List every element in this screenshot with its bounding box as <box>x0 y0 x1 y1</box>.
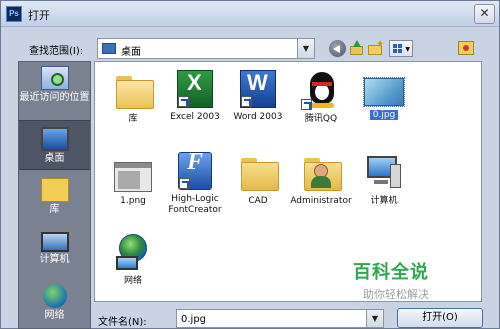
computer-icon <box>364 152 404 192</box>
desktop-folder-icon <box>102 43 116 54</box>
watermark: 百科全说 助你轻松解决 <box>353 258 473 301</box>
watermark-main: 百科全说 <box>353 262 429 283</box>
shortcut-arrow-icon <box>178 96 189 107</box>
open-file-dialog: Ps 打开 ✕ 查找范围(I): 桌面 ▼ ✦ ▼ 最近访问的位置 桌面 库 计… <box>0 0 500 329</box>
file-label: 网络 <box>123 276 142 286</box>
file-item-network[interactable]: 网络 <box>95 232 171 287</box>
file-label: Administrator <box>290 196 352 206</box>
new-folder-icon[interactable]: ✦ <box>367 39 384 57</box>
place-libraries[interactable]: 库 <box>19 178 90 215</box>
file-list: 库 X Excel 2003 W Word 2003 腾讯QQ 0.jpg 1.… <box>94 61 482 302</box>
place-label: 计算机 <box>39 254 70 265</box>
file-label: High-Logic FontCreator <box>168 194 222 215</box>
close-button[interactable]: ✕ <box>474 4 495 24</box>
look-in-value: 桌面 <box>121 47 141 58</box>
place-label: 桌面 <box>44 153 65 164</box>
place-computer[interactable]: 计算机 <box>19 232 90 265</box>
word-icon: W <box>240 70 276 108</box>
file-item-computer[interactable]: 计算机 <box>346 152 422 207</box>
chevron-down-icon[interactable]: ▼ <box>366 310 383 327</box>
filename-combobox[interactable]: ▼ <box>176 309 384 328</box>
file-label: Excel 2003 <box>170 112 220 122</box>
computer-icon <box>40 232 69 252</box>
places-bar: 最近访问的位置 桌面 库 计算机 网络 <box>18 61 91 329</box>
libraries-icon <box>40 178 69 202</box>
place-label: 最近访问的位置 <box>19 92 90 103</box>
recent-places-icon <box>40 66 69 90</box>
folder-icon <box>238 152 279 192</box>
shortcut-arrow-icon <box>241 96 252 107</box>
network-icon <box>113 232 153 272</box>
shortcut-arrow-icon <box>179 178 190 189</box>
file-label: 计算机 <box>370 196 398 206</box>
file-label: CAD <box>248 196 268 206</box>
place-network[interactable]: 网络 <box>19 284 90 321</box>
filename-label: 文件名(N): <box>98 317 147 328</box>
look-in-label: 查找范围(I): <box>29 46 84 57</box>
dialog-title: 打开 <box>28 9 50 22</box>
shortcut-arrow-icon <box>301 99 312 110</box>
file-item-0jpg[interactable]: 0.jpg <box>346 70 422 121</box>
file-label: 库 <box>128 114 138 124</box>
photoshop-icon: Ps <box>6 6 22 22</box>
place-recent[interactable]: 最近访问的位置 <box>19 66 90 103</box>
libraries-folder-icon <box>113 70 154 110</box>
view-menu-icon[interactable]: ▼ <box>389 40 413 57</box>
chevron-down-icon[interactable]: ▼ <box>297 39 314 58</box>
network-icon <box>42 284 67 308</box>
favorites-icon[interactable] <box>458 41 474 55</box>
user-folder-icon <box>301 152 342 192</box>
qq-icon <box>301 70 341 110</box>
excel-icon: X <box>177 70 213 108</box>
file-label: Word 2003 <box>233 112 283 122</box>
filename-input[interactable] <box>181 312 367 326</box>
fontcreator-icon: F <box>178 150 212 190</box>
place-label: 网络 <box>44 310 65 321</box>
look-in-select[interactable]: 桌面 ▼ <box>97 38 315 59</box>
back-icon[interactable] <box>329 40 346 57</box>
file-label: 1.png <box>120 196 146 206</box>
image-file-icon <box>363 77 405 107</box>
place-desktop[interactable]: 桌面 <box>19 120 90 170</box>
file-label: 0.jpg <box>369 110 399 120</box>
watermark-sub: 助你轻松解决 <box>363 288 429 301</box>
open-button[interactable]: 打开(O) <box>397 308 483 328</box>
desktop-icon <box>40 127 69 151</box>
up-folder-icon[interactable] <box>348 40 365 57</box>
place-label: 库 <box>49 204 60 215</box>
png-file-icon <box>114 162 152 192</box>
file-label: 腾讯QQ <box>304 114 338 124</box>
title-bar: Ps 打开 ✕ <box>1 1 499 27</box>
